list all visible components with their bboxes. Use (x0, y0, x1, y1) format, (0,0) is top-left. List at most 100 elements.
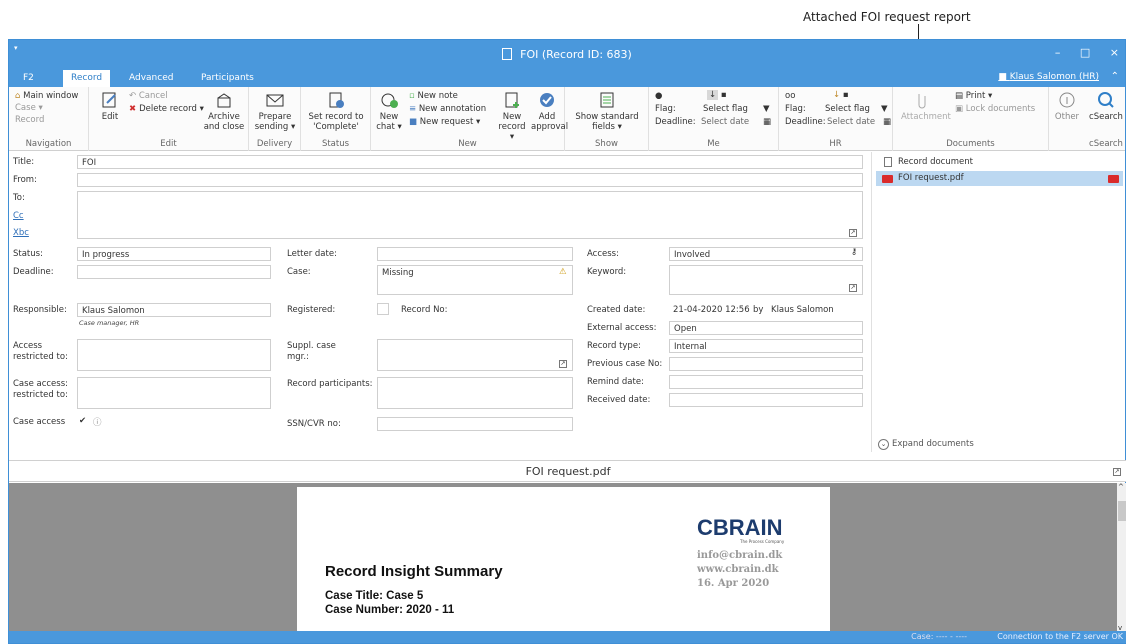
deadline-field[interactable] (77, 265, 271, 279)
hr-flag-select[interactable]: Select flag (825, 104, 870, 114)
maximize-button[interactable]: □ (1080, 46, 1090, 59)
tab-record[interactable]: Record (63, 70, 111, 87)
delete-icon: ✖ (129, 104, 140, 114)
document-item-foi-request[interactable]: FOI request.pdf (876, 171, 1123, 186)
warning-icon: ⚠ (559, 267, 567, 277)
show-standard-fields-button[interactable]: Show standard fields ▾ (569, 91, 645, 132)
prepare-sending-button[interactable]: Prepare sending ▾ (251, 91, 299, 132)
edit-button[interactable]: Edit (95, 91, 125, 122)
attachment-button[interactable]: Attachment (901, 91, 951, 122)
scrollbar-thumb[interactable] (1118, 501, 1126, 521)
me-flag-select[interactable]: Select flag (703, 104, 748, 114)
created-date-label: Created date: (587, 305, 646, 315)
user-name[interactable]: ■ Klaus Salomon (HR) (998, 72, 1099, 82)
complete-icon (329, 92, 344, 108)
registered-checkbox[interactable] (377, 303, 389, 315)
responsible-field[interactable]: Klaus Salomon (77, 303, 271, 317)
undo-icon: ↶ (129, 91, 139, 101)
lock-icon: ▣ (955, 104, 966, 114)
keyword-field[interactable] (669, 265, 863, 295)
recipients-expand-icon[interactable]: ↗ (849, 229, 857, 237)
new-note-button[interactable]: ▫ New note (409, 91, 458, 101)
keyword-expand-icon[interactable]: ↗ (849, 284, 857, 292)
info-icon (1059, 92, 1075, 108)
person-icon: ● (655, 91, 663, 101)
minimize-button[interactable]: – (1055, 46, 1061, 59)
external-access-label: External access: (587, 323, 657, 333)
record-button[interactable]: Record (15, 115, 44, 125)
preview-scrollbar[interactable]: ^ v (1117, 483, 1126, 632)
new-annotation-button[interactable]: ≡ New annotation (409, 104, 486, 114)
contact-web: www.cbrain.dk (697, 564, 779, 575)
document-item-record[interactable]: Record document (876, 155, 1123, 170)
hr-flag-dropdown-icon[interactable]: ▼ (881, 104, 888, 114)
cc-link[interactable]: Cc (13, 211, 24, 221)
main-window-button[interactable]: ⌂ Main window (15, 91, 78, 101)
suppl-case-mgr-expand-icon[interactable]: ↗ (559, 360, 567, 368)
title-field[interactable]: FOI (77, 155, 863, 169)
access-field[interactable]: Involved (669, 247, 863, 261)
letter-date-label: Letter date: (287, 249, 337, 259)
remind-date-field[interactable] (669, 375, 863, 389)
recipients-field[interactable] (77, 191, 863, 239)
new-note-label: New note (417, 91, 458, 101)
new-request-button[interactable]: ■ New request ▾ (409, 117, 480, 127)
other-button[interactable]: Other (1051, 91, 1083, 122)
print-button[interactable]: ▤ Print ▾ (955, 91, 992, 101)
access-restricted-field[interactable] (77, 339, 271, 371)
new-chat-button[interactable]: New chat ▾ (375, 91, 403, 132)
lock-documents-button[interactable]: ▣ Lock documents (955, 104, 1035, 114)
delete-record-label: Delete record ▾ (139, 104, 204, 114)
scroll-up-icon[interactable]: ^ (1118, 483, 1124, 491)
envelope-icon (266, 94, 284, 107)
previous-case-field[interactable] (669, 357, 863, 371)
document-preview: CBRAIN The Process Company info@cbrain.d… (9, 483, 1126, 632)
group-label-show: Show (595, 139, 618, 149)
collapse-ribbon-icon[interactable]: ⌃ (1111, 71, 1119, 82)
external-access-field[interactable]: Open (669, 321, 863, 335)
window-controls: – □ × (1039, 46, 1119, 59)
letter-date-field[interactable] (377, 247, 573, 261)
hr-deadline-select[interactable]: Select date (827, 117, 875, 127)
case-button[interactable]: Case ▾ (15, 103, 43, 113)
tab-participants[interactable]: Participants (193, 70, 262, 87)
hr-calendar-icon[interactable]: ▦ (883, 117, 891, 127)
preview-filename-bar: FOI request.pdf ↗ (9, 460, 1126, 482)
status-field[interactable]: In progress (77, 247, 271, 261)
add-approval-button[interactable]: Add approval (531, 91, 568, 132)
tab-f2[interactable]: F2 (15, 70, 42, 87)
group-delivery: Prepare sending ▾ Delivery (249, 87, 301, 151)
record-participants-field[interactable] (377, 377, 573, 409)
tab-advanced[interactable]: Advanced (121, 70, 181, 87)
set-complete-button[interactable]: Set record to 'Complete' (307, 91, 365, 132)
archive-close-button[interactable]: Archive and close (203, 91, 245, 132)
xbc-link[interactable]: Xbc (13, 228, 29, 238)
suppl-case-mgr-field[interactable] (377, 339, 573, 371)
expand-documents-button[interactable]: ⌄ Expand documents (878, 439, 974, 450)
group-label-new: New (458, 139, 477, 149)
received-date-field[interactable] (669, 393, 863, 407)
case-field[interactable]: Missing (377, 265, 573, 295)
me-deadline-select[interactable]: Select date (701, 117, 749, 127)
from-field[interactable] (77, 173, 863, 187)
preview-expand-icon[interactable]: ↗ (1113, 468, 1121, 476)
key-icon[interactable]: ⚷ (851, 247, 857, 257)
cancel-button[interactable]: ↶ Cancel (129, 91, 168, 101)
delete-record-button[interactable]: ✖ Delete record ▾ (129, 104, 204, 114)
group-navigation: ⌂ Main window Case ▾ Record Navigation (9, 87, 89, 151)
me-flag-dropdown-icon[interactable]: ▼ (763, 104, 770, 114)
record-type-field[interactable]: Internal (669, 339, 863, 353)
me-calendar-icon[interactable]: ▦ (763, 117, 771, 127)
edit-label: Edit (101, 112, 119, 122)
case-access-restricted-field[interactable] (77, 377, 271, 409)
status-connection: Connection to the F2 server OK (997, 632, 1123, 641)
ssn-field[interactable] (377, 417, 573, 431)
blank-document-icon (884, 157, 892, 167)
checkmark-icon[interactable]: ✔ (79, 416, 86, 426)
group-csearch: cSearch cSearch (1085, 87, 1126, 151)
csearch-button[interactable]: cSearch (1087, 91, 1125, 122)
to-label: To: (13, 193, 25, 203)
new-record-button[interactable]: New record ▾ (497, 91, 527, 142)
help-icon[interactable]: ⓘ (93, 416, 102, 428)
close-button[interactable]: × (1110, 46, 1119, 59)
